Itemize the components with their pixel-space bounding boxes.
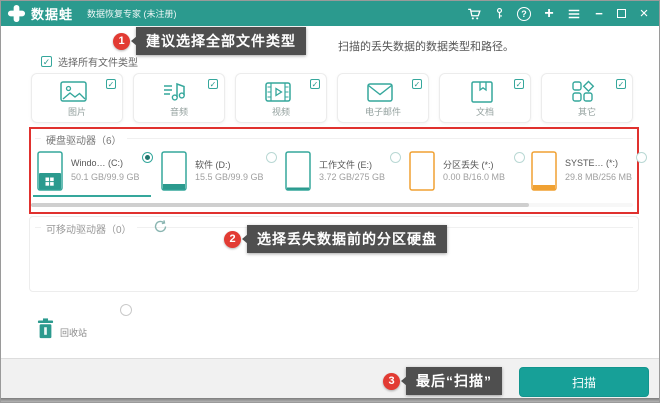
window-controls: ? + − × <box>467 1 651 26</box>
drive-name: SYSTE… (*:) <box>565 158 619 168</box>
video-icon <box>265 82 291 102</box>
other-checkbox[interactable]: ✓ <box>616 79 626 89</box>
drive-capacity: 0.00 B/16.0 MB <box>443 172 506 182</box>
app-logo-icon <box>7 4 26 23</box>
recycle-bin-label: 回收站 <box>60 328 88 338</box>
filetype-label: 视频 <box>271 107 290 117</box>
filetype-label: 图片 <box>67 107 86 117</box>
email-icon <box>367 83 393 102</box>
recycle-bin-icon <box>37 318 54 339</box>
drive-name: Windo… (C:) <box>71 158 124 168</box>
drive-radio[interactable] <box>390 152 401 163</box>
key-icon[interactable] <box>492 7 506 21</box>
filetype-label: 其它 <box>577 107 596 117</box>
filetype-card-audio[interactable]: ✓ 音频 <box>133 73 225 123</box>
drive-icon <box>531 151 557 191</box>
close-icon[interactable]: × <box>637 6 651 21</box>
help-icon[interactable]: ? <box>517 6 531 21</box>
drive-radio[interactable] <box>636 152 647 163</box>
menu-icon[interactable] <box>567 7 581 21</box>
drive-radio[interactable] <box>266 152 277 163</box>
image-icon <box>60 81 87 102</box>
drive-name: 分区丢失 (*:) <box>443 160 494 170</box>
drive-item-system[interactable]: SYSTE… (*:) 29.8 MB/256 MB <box>531 151 649 195</box>
step3-number-badge: 3 <box>383 372 400 390</box>
drive-scrollbar-thumb[interactable] <box>31 203 529 207</box>
hard-drives-title: 硬盘驱动器（6） <box>41 132 127 147</box>
drive-radio[interactable] <box>142 152 153 163</box>
filetype-card-video[interactable]: ✓ 视频 <box>235 73 327 123</box>
audio-checkbox[interactable]: ✓ <box>208 79 218 89</box>
drive-scrollbar-track[interactable] <box>31 203 633 207</box>
other-icon <box>572 80 595 102</box>
annotation-step1: 1 建议选择全部文件类型 <box>113 27 306 55</box>
drive-capacity: 29.8 MB/256 MB <box>565 172 633 182</box>
annotation-step2: 2 选择丢失数据前的分区硬盘 <box>224 225 447 253</box>
email-checkbox[interactable]: ✓ <box>412 79 422 89</box>
step2-tooltip: 选择丢失数据前的分区硬盘 <box>247 225 447 253</box>
drive-radio[interactable] <box>514 152 525 163</box>
filetype-card-document[interactable]: ✓ 文档 <box>439 73 531 123</box>
app-window: 数据蛙 数据恢复专家 (未注册) ? + − × 扫描的丢失数据的数据类型和路径… <box>0 0 660 403</box>
drive-name: 软件 (D:) <box>195 160 231 170</box>
window-bottom-edge <box>1 398 659 402</box>
filetype-label: 音频 <box>169 107 188 117</box>
document-icon <box>471 81 493 103</box>
plus-icon[interactable]: + <box>542 5 556 21</box>
drive-icon <box>285 151 311 191</box>
selected-drive-underline <box>33 195 151 197</box>
maximize-icon[interactable] <box>617 9 626 18</box>
select-all-checkbox[interactable]: ✓ <box>41 56 52 67</box>
removable-drives-title: 可移动驱动器（0） <box>41 221 137 236</box>
filetype-card-email[interactable]: ✓ 电子邮件 <box>337 73 429 123</box>
annotation-step3: 3 最后“扫描” <box>383 367 502 395</box>
select-all-label: 选择所有文件类型 <box>58 58 138 69</box>
cart-icon[interactable] <box>467 7 481 21</box>
app-name: 数据蛙 <box>31 7 74 22</box>
drive-icon <box>161 151 187 191</box>
drive-item-d[interactable]: 软件 (D:) 15.5 GB/99.9 GB <box>161 151 279 195</box>
filetype-card-image[interactable]: ✓ 图片 <box>31 73 123 123</box>
drive-item-c[interactable]: Windo… (C:) 50.1 GB/99.9 GB <box>37 151 155 195</box>
image-checkbox[interactable]: ✓ <box>106 79 116 89</box>
filetype-label: 文档 <box>475 107 494 117</box>
titlebar: 数据蛙 数据恢复专家 (未注册) ? + − × <box>1 1 659 26</box>
filetype-label: 电子邮件 <box>364 107 401 117</box>
intro-text: 扫描的丢失数据的数据类型和路径。 <box>338 41 514 53</box>
audio-icon <box>164 82 185 101</box>
step2-number-badge: 2 <box>224 230 241 248</box>
document-checkbox[interactable]: ✓ <box>514 79 524 89</box>
step1-number-badge: 1 <box>113 32 130 50</box>
drive-icon <box>37 151 63 191</box>
step3-tooltip: 最后“扫描” <box>406 367 502 395</box>
select-all-file-types[interactable]: ✓ 选择所有文件类型 <box>41 54 138 69</box>
recycle-bin-radio[interactable] <box>120 304 132 316</box>
app-subtitle: 数据恢复专家 (未注册) <box>87 9 177 19</box>
drive-capacity: 50.1 GB/99.9 GB <box>71 172 140 182</box>
step1-tooltip: 建议选择全部文件类型 <box>136 27 306 55</box>
minimize-icon[interactable]: − <box>592 6 606 21</box>
filetype-card-other[interactable]: ✓ 其它 <box>541 73 633 123</box>
drive-capacity: 15.5 GB/99.9 GB <box>195 172 264 182</box>
drive-capacity: 3.72 GB/275 GB <box>319 172 386 182</box>
drive-name: 工作文件 (E:) <box>319 160 372 170</box>
drive-item-lost-partition[interactable]: 分区丢失 (*:) 0.00 B/16.0 MB <box>409 151 527 195</box>
video-checkbox[interactable]: ✓ <box>310 79 320 89</box>
drive-item-e[interactable]: 工作文件 (E:) 3.72 GB/275 GB <box>285 151 403 195</box>
refresh-icon[interactable] <box>153 219 168 234</box>
scan-button[interactable]: 扫描 <box>519 367 649 397</box>
drive-icon <box>409 151 435 191</box>
